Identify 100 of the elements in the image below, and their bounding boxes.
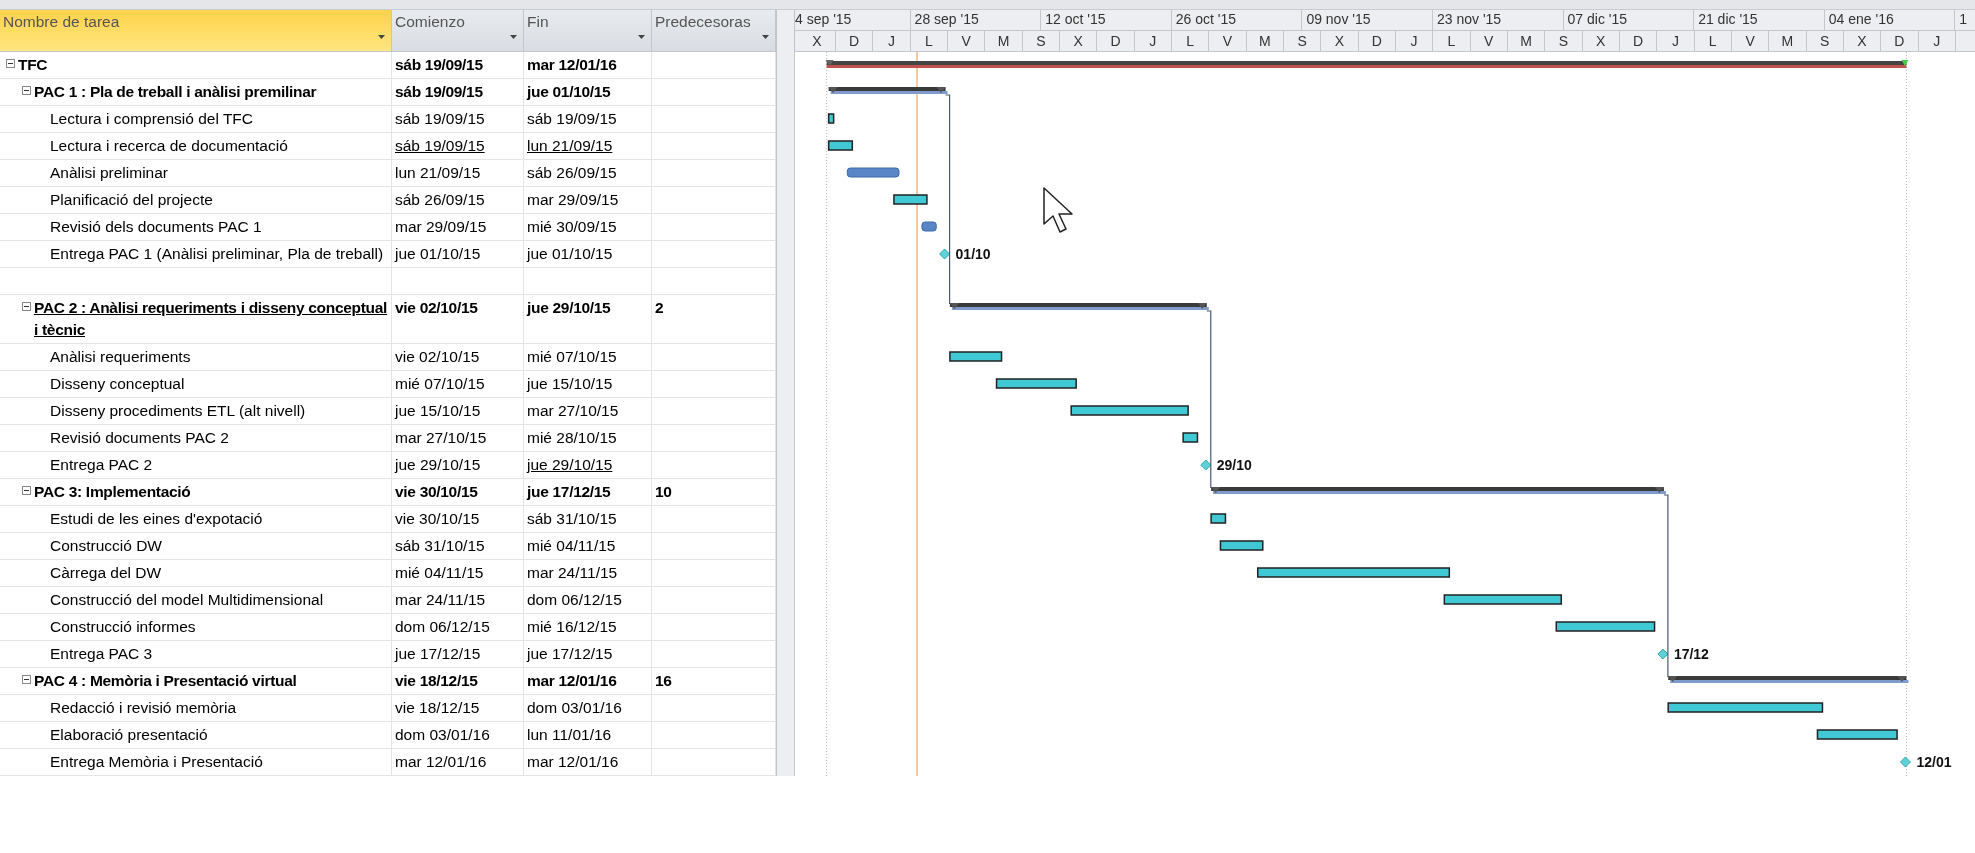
- task-name: Elaboració presentació: [49, 725, 208, 745]
- timescale-label: 1: [1959, 11, 1968, 27]
- task-bar: [949, 351, 1003, 362]
- finish-date-cell: mar 12/01/16: [524, 52, 652, 78]
- finish-date-cell: lun 11/01/16: [524, 722, 652, 748]
- dropdown-icon[interactable]: [762, 35, 769, 39]
- finish-date-cell: jue 15/10/15: [524, 371, 652, 397]
- milestone-label: 17/12: [1673, 646, 1709, 662]
- start-date-cell: jue 29/10/15: [392, 452, 524, 478]
- column-header[interactable]: Predecesoras: [652, 10, 776, 52]
- start-date-cell: sáb 26/09/15: [392, 187, 524, 213]
- task-bar: [846, 167, 900, 178]
- column-header[interactable]: Nombre de tarea: [0, 10, 392, 52]
- day-label: M: [1258, 32, 1271, 49]
- start-date-cell: jue 15/10/15: [392, 398, 524, 424]
- collapse-icon[interactable]: [22, 86, 31, 95]
- start-date-cell: jue 17/12/15: [392, 641, 524, 667]
- finish-date-cell: dom 06/12/15: [524, 587, 652, 613]
- collapse-icon[interactable]: [22, 675, 31, 684]
- finish-date-cell: jue 17/12/15: [524, 641, 652, 667]
- milestone-marker: [939, 248, 951, 260]
- day-label: L: [1186, 32, 1195, 49]
- day-label: D: [849, 32, 860, 49]
- day-label: X: [1857, 32, 1867, 49]
- milestone-marker: [1899, 756, 1911, 768]
- day-label: M: [1520, 32, 1532, 49]
- dropdown-icon[interactable]: [510, 35, 517, 39]
- task-bar: [827, 113, 835, 124]
- day-label: J: [1933, 32, 1941, 49]
- task-bar: [893, 194, 928, 205]
- day-label: D: [1894, 32, 1905, 49]
- day-label: S: [1036, 32, 1046, 49]
- task-name: Planificació del projecte: [49, 190, 213, 210]
- task-name: Revisió dels documents PAC 1: [49, 217, 262, 237]
- task-bar: [1210, 513, 1227, 524]
- day-label: D: [1633, 32, 1644, 49]
- task-name: Lectura i recerca de documentació: [49, 136, 288, 156]
- day-label: D: [1110, 32, 1121, 49]
- task-name: Entrega Memòria i Presentació: [49, 752, 263, 772]
- start-date-cell: vie 02/10/15: [392, 344, 524, 370]
- timescale-label: 04 ene '16: [1828, 11, 1894, 27]
- day-label: V: [1222, 32, 1233, 49]
- milestone-marker: [1200, 459, 1212, 471]
- start-date-cell: vie 30/10/15: [392, 506, 524, 532]
- column-header[interactable]: Comienzo: [392, 10, 524, 52]
- task-name: Disseny conceptual: [49, 374, 185, 394]
- collapse-icon[interactable]: [22, 486, 31, 495]
- task-bar: [921, 221, 937, 232]
- task-name: Estudi de les eines d'expotació: [49, 509, 263, 529]
- start-date-cell: mié 07/10/15: [392, 371, 524, 397]
- day-label: D: [1371, 32, 1382, 49]
- finish-date-cell: mar 29/09/15: [524, 187, 652, 213]
- task-name: Entrega PAC 2: [49, 455, 153, 475]
- finish-date-cell: mié 28/10/15: [524, 425, 652, 451]
- day-label: L: [1708, 32, 1717, 49]
- start-date-cell: sáb 19/09/15: [392, 133, 524, 159]
- start-date-cell: jue 01/10/15: [392, 241, 524, 267]
- column-header[interactable]: Fin: [524, 10, 652, 52]
- day-label: X: [1073, 32, 1083, 49]
- timescale-label: 28 sep '15: [914, 11, 979, 27]
- task-name: Càrrega del DW: [49, 563, 162, 583]
- finish-date-cell: sáb 31/10/15: [524, 506, 652, 532]
- finish-date-cell: sáb 26/09/15: [524, 160, 652, 186]
- day-label: J: [888, 32, 895, 49]
- day-label: M: [1781, 32, 1794, 49]
- milestone-label: 12/01: [1916, 754, 1952, 770]
- collapse-icon[interactable]: [22, 302, 31, 311]
- start-date-cell: dom 03/01/16: [392, 722, 524, 748]
- task-name: PAC 1 : Pla de treball i anàlisi premilinar: [34, 82, 317, 102]
- dropdown-icon[interactable]: [638, 35, 645, 39]
- task-name: Anàlisi preliminar: [49, 163, 168, 183]
- day-label: J: [1410, 32, 1418, 49]
- start-date-cell: dom 06/12/15: [392, 614, 524, 640]
- day-label: V: [961, 32, 971, 49]
- dropdown-icon[interactable]: [378, 35, 385, 39]
- finish-date-cell: mié 07/10/15: [524, 344, 652, 370]
- timescale-label: 23 nov '15: [1436, 11, 1502, 27]
- finish-date-cell: mar 27/10/15: [524, 398, 652, 424]
- start-date-cell: sáb 31/10/15: [392, 533, 524, 559]
- task-bar: [1219, 540, 1264, 551]
- start-date-cell: sáb 19/09/15: [392, 52, 524, 78]
- day-label: S: [1820, 32, 1830, 49]
- milestone-label: 01/10: [955, 246, 991, 262]
- finish-date-cell: mar 24/11/15: [524, 560, 652, 586]
- timescale-label: 07 dic '15: [1567, 11, 1628, 27]
- collapse-icon[interactable]: [6, 59, 15, 68]
- day-label: X: [1334, 32, 1345, 49]
- start-date-cell: sáb 19/09/15: [392, 106, 524, 132]
- finish-date-cell: mar 12/01/16: [524, 668, 652, 694]
- finish-date-cell: mar 12/01/16: [524, 749, 652, 775]
- start-date-cell: lun 21/09/15: [392, 160, 524, 186]
- finish-date-cell: dom 03/01/16: [524, 695, 652, 721]
- finish-date-cell: jue 29/10/15: [524, 452, 652, 478]
- finish-date-cell: jue 29/10/15: [524, 295, 652, 343]
- start-date-cell: vie 18/12/15: [392, 668, 524, 694]
- finish-date-cell: jue 17/12/15: [524, 479, 652, 505]
- milestone-label: 29/10: [1216, 457, 1252, 473]
- start-date-cell: mié 04/11/15: [392, 560, 524, 586]
- day-label: L: [924, 32, 933, 49]
- task-name: Disseny procediments ETL (alt nivell): [49, 401, 306, 421]
